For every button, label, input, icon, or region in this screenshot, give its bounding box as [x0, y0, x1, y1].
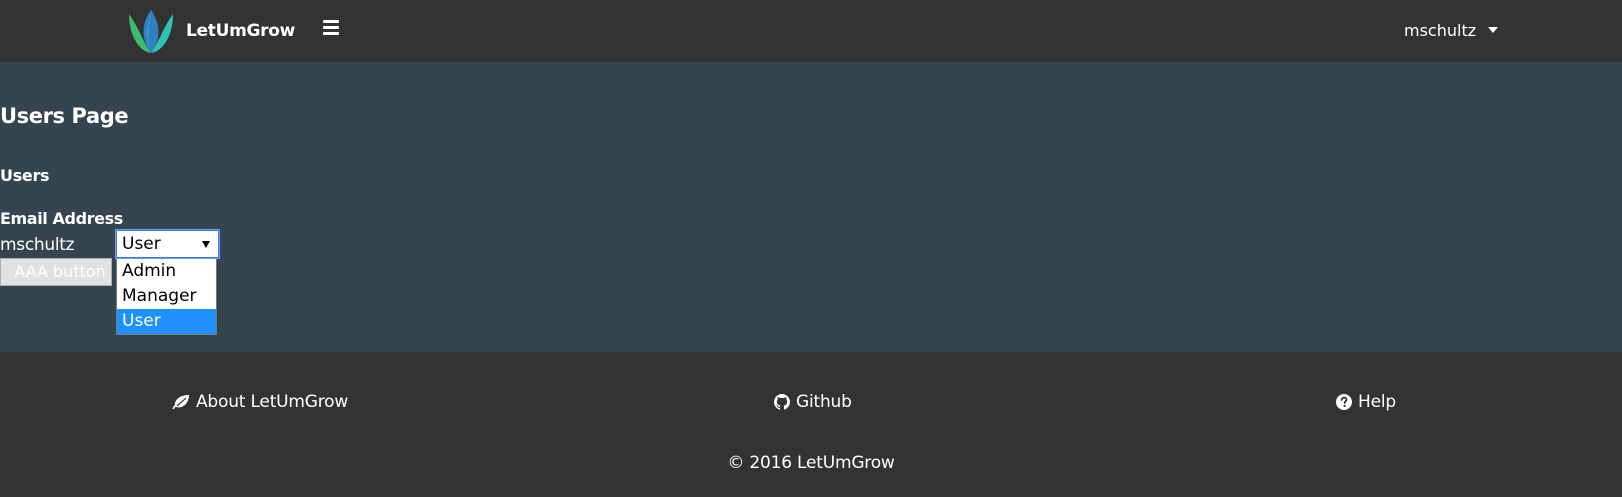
user-menu-dropdown[interactable]: mschultz [1404, 18, 1499, 42]
question-circle-icon [1336, 394, 1352, 410]
page-title: Users Page [0, 104, 129, 128]
main-content: Users Page Users Email Address mschultz … [0, 62, 1622, 352]
caret-down-icon [1488, 27, 1499, 33]
brand-link[interactable]: LetUmGrow [127, 8, 295, 54]
user-row-name: mschultz [0, 235, 75, 255]
hamburger-menu-icon[interactable] [323, 20, 341, 36]
footer-link-about-label: About LetUmGrow [196, 392, 349, 412]
role-select-options: Admin Manager User [116, 259, 217, 335]
role-option-user[interactable]: User [117, 309, 216, 334]
leaf-icon [172, 395, 189, 410]
role-select[interactable]: User [116, 230, 219, 258]
email-column-header: Email Address [0, 209, 123, 228]
footer-link-help-label: Help [1358, 392, 1396, 412]
aaa-button[interactable]: AAA button [0, 258, 112, 286]
brand-name: LetUmGrow [186, 21, 296, 41]
footer-link-help[interactable]: Help [1336, 391, 1396, 413]
github-icon [774, 394, 790, 410]
lotus-leaf-logo-icon [129, 10, 173, 53]
role-option-admin[interactable]: Admin [117, 259, 216, 284]
copyright-text: © 2016 LetUmGrow [727, 453, 895, 473]
role-option-manager[interactable]: Manager [117, 284, 216, 309]
footer-link-about[interactable]: About LetUmGrow [172, 391, 348, 413]
user-name-label: mschultz [1404, 20, 1477, 40]
top-navbar: LetUmGrow mschultz [0, 0, 1622, 62]
footer-link-github-label: Github [796, 392, 852, 412]
role-select-value: User [122, 234, 161, 254]
dropdown-arrow-icon [202, 241, 210, 248]
section-title: Users [0, 166, 50, 185]
footer-link-github[interactable]: Github [774, 391, 852, 413]
